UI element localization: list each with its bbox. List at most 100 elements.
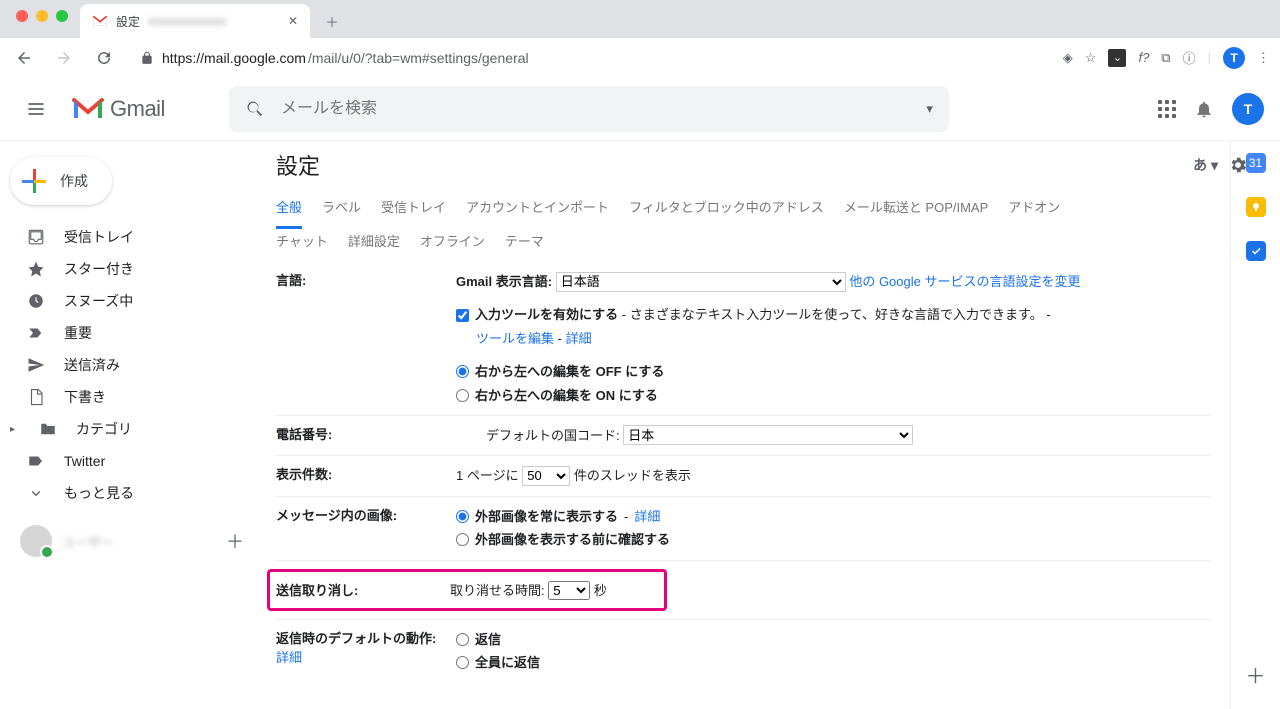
browser-menu-button[interactable]: ⋮ — [1257, 50, 1270, 66]
compose-button[interactable]: 作成 — [10, 157, 112, 205]
row-body-reply: 返信 全員に返信 — [456, 628, 1211, 675]
folder-icon — [38, 419, 58, 439]
google-apps-button[interactable] — [1158, 100, 1176, 118]
reload-button[interactable] — [90, 44, 118, 72]
sidebar-item-snoozed[interactable]: スヌーズ中 — [0, 285, 256, 317]
search-box[interactable]: ▾ — [229, 86, 949, 132]
tab-forwarding[interactable]: メール転送と POP/IMAP — [844, 197, 988, 217]
keep-addon-icon[interactable] — [1246, 197, 1266, 217]
info-icon[interactable]: ⓘ — [1183, 48, 1196, 67]
extension-icon-1[interactable]: ◈ — [1063, 50, 1073, 66]
tab-general[interactable]: 全般 — [276, 197, 302, 229]
close-window-button[interactable] — [16, 10, 28, 22]
new-tab-button[interactable]: ＋ — [318, 7, 346, 35]
tab-chat[interactable]: チャット — [276, 231, 328, 250]
settings-table: 言語: Gmail 表示言語: 日本語 他の Google サービスの言語設定を… — [276, 262, 1211, 682]
input-tools-checkbox[interactable] — [456, 309, 469, 322]
row-label-images: メッセージ内の画像: — [276, 505, 456, 552]
tools-detail-link[interactable]: 詳細 — [566, 331, 592, 346]
undo-seconds-select[interactable]: 5 — [548, 581, 590, 600]
browser-tab[interactable]: 設定 xxxxxxxxxxxxx ✕ — [80, 4, 310, 38]
mac-window-controls — [8, 0, 80, 38]
tab-filters[interactable]: フィルタとブロック中のアドレス — [629, 197, 824, 217]
close-tab-button[interactable]: ✕ — [288, 14, 298, 28]
tab-inbox[interactable]: 受信トレイ — [381, 197, 446, 217]
tab-addons[interactable]: アドオン — [1008, 197, 1060, 217]
extension-fp-icon[interactable]: f? — [1138, 50, 1149, 65]
address-bar[interactable]: https://mail.google.com/mail/u/0/?tab=wm… — [130, 44, 1051, 72]
label-icon — [26, 451, 46, 471]
tab-themes[interactable]: テーマ — [505, 231, 544, 250]
settings-row-phone: 電話番号: デフォルトの国コード: 日本 — [276, 415, 1211, 455]
minimize-window-button[interactable] — [36, 10, 48, 22]
tab-accounts[interactable]: アカウントとインポート — [466, 197, 609, 217]
sidebar-item-more[interactable]: もっと見る — [0, 477, 256, 509]
send-icon — [26, 355, 46, 375]
search-options-button[interactable]: ▾ — [926, 101, 933, 117]
sidebar-item-inbox[interactable]: 受信トレイ — [0, 221, 256, 253]
tab-offline[interactable]: オフライン — [420, 231, 485, 250]
gmail-favicon — [92, 13, 108, 29]
display-lang-label: Gmail 表示言語: — [456, 274, 552, 289]
tasks-addon-icon[interactable] — [1246, 241, 1266, 261]
sidebar-item-twitter[interactable]: Twitter — [0, 445, 256, 477]
other-services-link[interactable]: 他の Google サービスの言語設定を変更 — [849, 274, 1080, 289]
pagesize-select[interactable]: 50 — [522, 466, 570, 486]
images-always-radio[interactable] — [456, 510, 469, 523]
input-method-indicator[interactable]: あ ▾ — [1193, 155, 1218, 175]
rtl-on-row: 右から左への編集を ON にする — [456, 384, 1211, 407]
main-layout: 作成 受信トレイ スター付き スヌーズ中 重要 送信済み 下書き ▸ — [0, 141, 1280, 709]
input-tools-desc: - さまざまなテキスト入力ツールを使って、好きな言語で入力できます。 - — [618, 307, 1051, 322]
sidebar-item-important[interactable]: 重要 — [0, 317, 256, 349]
account-avatar[interactable]: T — [1232, 93, 1264, 125]
pagesize-suffix: 件のスレッドを表示 — [574, 468, 691, 483]
settings-row-undo-send: 送信取り消し: 取り消せる時間: 5 秒 — [276, 560, 1211, 619]
gmail-logo[interactable]: Gmail — [72, 96, 165, 122]
images-ask-radio[interactable] — [456, 533, 469, 546]
sidebar-item-sent[interactable]: 送信済み — [0, 349, 256, 381]
hangouts-avatar[interactable] — [20, 525, 52, 557]
back-button[interactable] — [10, 44, 38, 72]
tab-labels[interactable]: ラベル — [322, 197, 361, 217]
get-addons-button[interactable]: ＋ — [1246, 660, 1266, 689]
draft-icon — [26, 387, 46, 407]
country-code-select[interactable]: 日本 — [623, 425, 913, 445]
undo-suffix: 秒 — [594, 583, 607, 598]
header-right: T — [1158, 93, 1264, 125]
reply-all-radio[interactable] — [456, 656, 469, 669]
edit-tools-link[interactable]: ツールを編集 — [476, 331, 554, 346]
search-container: ▾ — [229, 86, 949, 132]
sidebar-item-drafts[interactable]: 下書き — [0, 381, 256, 413]
reply-detail-link[interactable]: 詳細 — [276, 650, 302, 665]
settings-tabs-row2: チャット 詳細設定 オフライン テーマ — [276, 217, 1280, 250]
browser-tab-title-blur: xxxxxxxxxxxxx — [148, 14, 226, 28]
caret-icon: ▸ — [10, 424, 22, 435]
search-input[interactable] — [281, 100, 910, 118]
images-always-label: 外部画像を常に表示する — [475, 505, 618, 528]
lock-icon — [140, 51, 154, 65]
sidebar-item-label: スヌーズ中 — [64, 291, 133, 311]
display-lang-select[interactable]: 日本語 — [556, 272, 846, 292]
row-label-reply: 返信時のデフォルトの動作: 詳細 — [276, 628, 456, 675]
calendar-addon-icon[interactable]: 31 — [1246, 153, 1266, 173]
hangouts-new-button[interactable]: ＋ — [226, 528, 244, 554]
important-icon — [26, 323, 46, 343]
rtl-on-radio[interactable] — [456, 389, 469, 402]
sidebar-item-label: スター付き — [64, 259, 134, 279]
gmail-header: Gmail ▾ T — [0, 77, 1280, 141]
fullscreen-window-button[interactable] — [56, 10, 68, 22]
pocket-icon[interactable]: ⌄ — [1108, 49, 1126, 67]
sidebar: 作成 受信トレイ スター付き スヌーズ中 重要 送信済み 下書き ▸ — [0, 141, 256, 709]
main-menu-button[interactable] — [16, 89, 56, 129]
browser-profile-avatar[interactable]: T — [1223, 47, 1245, 69]
images-detail-link[interactable]: 詳細 — [634, 505, 660, 528]
forward-button[interactable] — [50, 44, 78, 72]
sidebar-item-categories[interactable]: ▸ カテゴリ — [0, 413, 256, 445]
bookmark-icon[interactable]: ☆ — [1085, 50, 1097, 66]
extension-box-icon[interactable]: ⧉ — [1161, 50, 1170, 66]
reply-single-radio[interactable] — [456, 633, 469, 646]
notifications-button[interactable] — [1194, 99, 1214, 119]
tab-advanced[interactable]: 詳細設定 — [348, 231, 400, 250]
sidebar-item-starred[interactable]: スター付き — [0, 253, 256, 285]
rtl-off-radio[interactable] — [456, 365, 469, 378]
